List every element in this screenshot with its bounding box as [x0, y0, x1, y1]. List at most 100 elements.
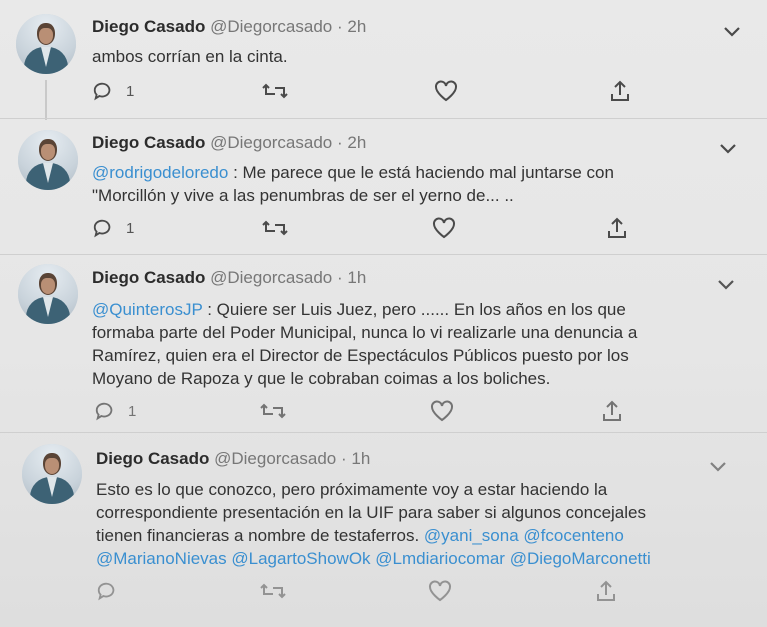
timestamp[interactable]: 2h	[347, 133, 366, 152]
avatar[interactable]	[22, 444, 82, 504]
mention-link[interactable]: @rodrigodeloredo	[92, 163, 228, 182]
reply-count: 1	[128, 402, 137, 420]
tweet-header: Diego Casado @Diegorcasado · 2h	[92, 133, 366, 153]
thread-line	[45, 80, 47, 120]
text-line: @rodrigodeloredo : Me parece que le está…	[92, 161, 732, 184]
share-button[interactable]	[605, 215, 629, 241]
like-button[interactable]	[434, 78, 458, 104]
reply-button[interactable]: 1	[94, 398, 136, 424]
text-span: "Morcillón y vive a las penumbras de ser…	[92, 186, 514, 205]
author-handle[interactable]: @Diegorcasado	[210, 17, 332, 36]
text-span: tienen financieras a nombre de testaferr…	[96, 526, 424, 545]
author-name[interactable]: Diego Casado	[96, 449, 209, 468]
text-line: @QuinterosJP : Quiere ser Luis Juez, per…	[92, 298, 752, 321]
chevron-down-icon[interactable]	[718, 142, 738, 156]
author-name[interactable]: Diego Casado	[92, 268, 205, 287]
share-button[interactable]	[608, 78, 632, 104]
text-line: "Morcillón y vive a las penumbras de ser…	[92, 184, 732, 207]
tweet-header: Diego Casado @Diegorcasado · 1h	[96, 449, 370, 469]
tweet-actions: 1	[94, 398, 744, 424]
reply-icon	[93, 219, 111, 238]
mention-link[interactable]: @MarianoNievas	[96, 549, 227, 568]
mention-link[interactable]: @LagartoShowOk	[231, 549, 370, 568]
chevron-down-icon[interactable]	[708, 460, 728, 474]
tweet-header: Diego Casado @Diegorcasado · 2h	[92, 17, 366, 37]
tweet-4[interactable]: Diego Casado @Diegorcasado · 1h Esto es …	[0, 432, 767, 627]
share-button[interactable]	[600, 398, 624, 424]
timestamp[interactable]: 2h	[347, 17, 366, 36]
reply-count: 1	[126, 219, 135, 237]
text-span: Esto es lo que conozco, pero próximament…	[96, 480, 608, 499]
text-line: Esto es lo que conozco, pero próximament…	[96, 478, 756, 501]
tweet-actions: 1	[92, 215, 742, 241]
like-button[interactable]	[430, 398, 454, 424]
retweet-button[interactable]	[262, 215, 288, 241]
share-button[interactable]	[594, 578, 618, 604]
mention-link[interactable]: @DiegoMarconetti	[510, 549, 651, 568]
reply-count: 1	[126, 82, 135, 100]
text-span: formaba parte del Poder Municipal, nunca…	[92, 323, 638, 342]
separator-dot: ·	[340, 449, 347, 468]
separator-dot: ·	[336, 17, 343, 36]
reply-icon	[93, 82, 111, 101]
tweet-text: @rodrigodeloredo : Me parece que le está…	[92, 161, 732, 207]
share-icon	[608, 217, 626, 238]
reply-icon	[97, 582, 115, 601]
text-span: : Quiere ser Luis Juez, pero ...... En l…	[202, 300, 626, 319]
mention-link[interactable]: @QuinterosJP	[92, 300, 203, 319]
text-line: correspondiente presentación en la UIF p…	[96, 501, 756, 524]
chevron-down-icon[interactable]	[716, 278, 736, 292]
text-line: Ramírez, quien era el Director de Espect…	[92, 344, 752, 367]
text-line: Moyano de Rapoza y que le cobraban coima…	[92, 367, 752, 390]
text-line: tienen financieras a nombre de testaferr…	[96, 524, 756, 547]
text-line: @MarianoNievas @LagartoShowOk @Lmdiarioc…	[96, 547, 756, 570]
author-name[interactable]: Diego Casado	[92, 133, 205, 152]
retweet-button[interactable]	[260, 578, 286, 604]
retweet-icon	[262, 220, 288, 236]
tweet-text: @QuinterosJP : Quiere ser Luis Juez, per…	[92, 298, 752, 390]
avatar[interactable]	[18, 130, 78, 190]
text-line: formaba parte del Poder Municipal, nunca…	[92, 321, 752, 344]
retweet-icon	[262, 83, 288, 99]
heart-icon	[431, 400, 453, 422]
author-handle[interactable]: @Diegorcasado	[210, 268, 332, 287]
tweet-3[interactable]: Diego Casado @Diegorcasado · 1h @Quinter…	[0, 254, 767, 432]
author-name[interactable]: Diego Casado	[92, 17, 205, 36]
heart-icon	[435, 80, 457, 102]
tweet-2[interactable]: Diego Casado @Diegorcasado · 2h @rodrigo…	[0, 118, 767, 254]
reply-button[interactable]: 1	[92, 215, 134, 241]
timestamp[interactable]: 1h	[347, 268, 366, 287]
tweet-text: ambos corrían en la cinta.	[92, 45, 288, 68]
mention-link[interactable]: @Lmdiariocomar	[375, 549, 505, 568]
tweet-1[interactable]: Diego Casado @Diegorcasado · 2h ambos co…	[0, 0, 767, 120]
like-button[interactable]	[428, 578, 452, 604]
timestamp[interactable]: 1h	[351, 449, 370, 468]
share-icon	[603, 400, 621, 421]
chevron-down-icon[interactable]	[722, 25, 742, 39]
mention-link[interactable]: @yani_sona	[424, 526, 519, 545]
tweet-text-span: ambos corrían en la cinta.	[92, 47, 288, 66]
text-span: Moyano de Rapoza y que le cobraban coima…	[92, 369, 551, 388]
share-icon	[597, 580, 615, 601]
heart-icon	[429, 580, 451, 602]
tweet-header: Diego Casado @Diegorcasado · 1h	[92, 268, 366, 288]
text-span: correspondiente presentación en la UIF p…	[96, 503, 646, 522]
tweet-text: Esto es lo que conozco, pero próximament…	[96, 478, 756, 570]
like-button[interactable]	[432, 215, 456, 241]
heart-icon	[433, 217, 455, 239]
tweet-actions	[96, 578, 746, 604]
separator-dot: ·	[336, 133, 343, 152]
retweet-button[interactable]	[262, 78, 288, 104]
avatar[interactable]	[16, 14, 76, 74]
author-handle[interactable]: @Diegorcasado	[214, 449, 336, 468]
retweet-button[interactable]	[260, 398, 286, 424]
reply-icon	[95, 402, 113, 421]
avatar[interactable]	[18, 264, 78, 324]
separator-dot: ·	[336, 268, 343, 287]
reply-button[interactable]: 1	[92, 78, 134, 104]
mention-link[interactable]: @fcocenteno	[523, 526, 623, 545]
retweet-icon	[260, 583, 286, 599]
author-handle[interactable]: @Diegorcasado	[210, 133, 332, 152]
reply-button[interactable]	[96, 578, 130, 604]
tweet-actions: 1	[92, 78, 742, 104]
